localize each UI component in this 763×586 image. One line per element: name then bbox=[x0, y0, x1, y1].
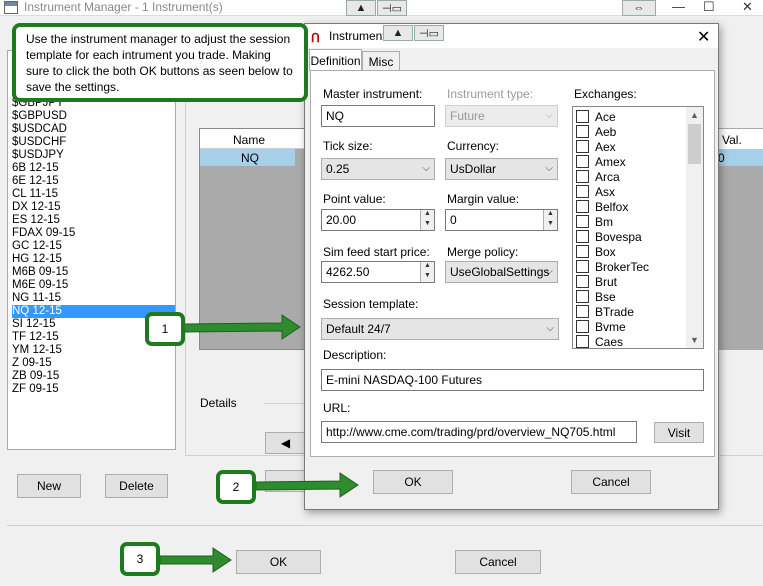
step-badge-1: 1 bbox=[145, 312, 185, 346]
arrow-2 bbox=[255, 472, 359, 498]
instruction-callout: Use the instrument manager to adjust the… bbox=[12, 23, 308, 102]
arrow-3 bbox=[159, 547, 232, 573]
step-badge-2: 2 bbox=[216, 470, 256, 504]
arrow-1 bbox=[183, 314, 301, 340]
step-badge-3: 3 bbox=[120, 542, 160, 576]
